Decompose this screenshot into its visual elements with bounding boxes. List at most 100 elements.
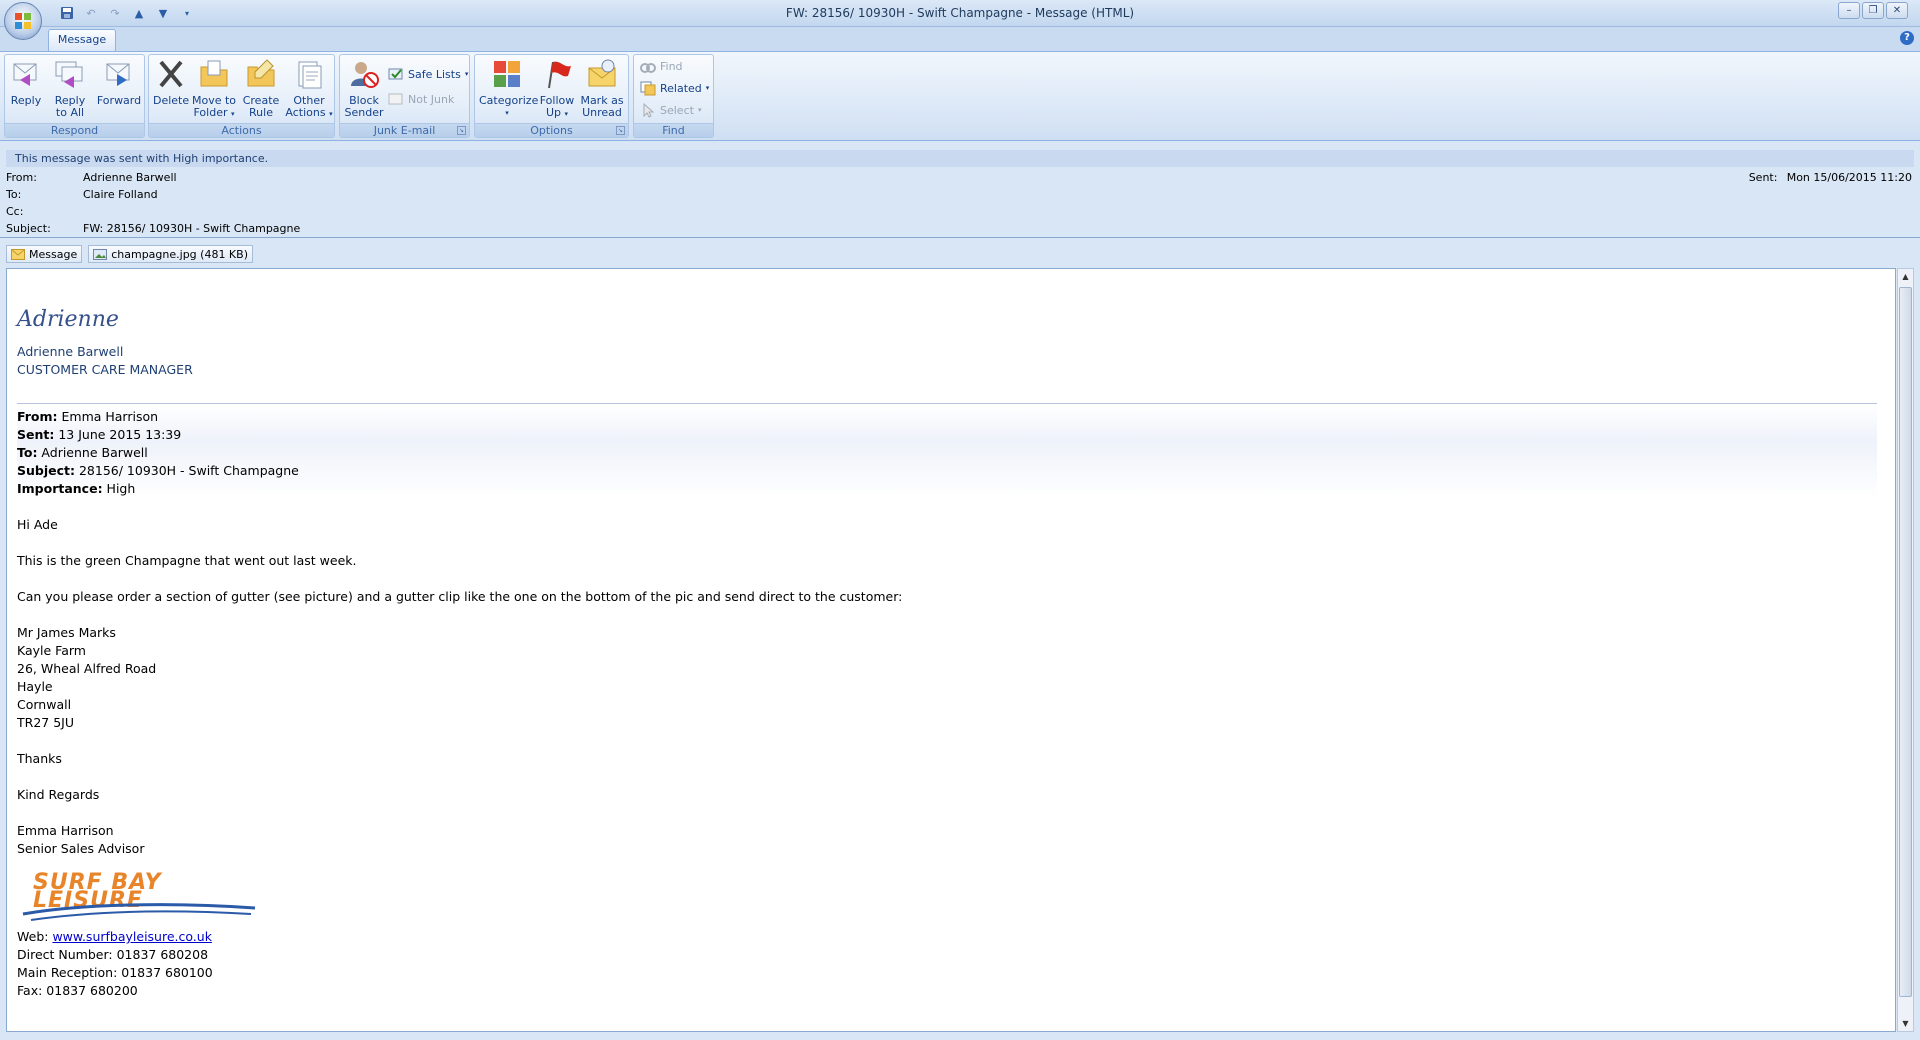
thanks: Thanks [17, 751, 62, 766]
dropdown-arrow-icon: ▾ [505, 109, 509, 117]
move-to-folder-button[interactable]: Move to Folder ▾ [191, 58, 237, 120]
unread-envelope-icon [586, 58, 618, 90]
window-title: FW: 28156/ 10930H - Swift Champagne - Me… [785, 6, 1135, 20]
body-line-1: This is the green Champagne that went ou… [17, 553, 357, 568]
group-label-respond: Respond [5, 123, 144, 137]
cc-label: Cc: [6, 205, 24, 218]
sender-name: Emma Harrison [17, 823, 114, 838]
header-subject-row: Subject: FW: 28156/ 10930H - Swift Champa… [6, 222, 300, 235]
header-divider [0, 237, 1920, 238]
kind-regards: Kind Regards [17, 787, 100, 802]
message-body-pane[interactable]: Adrienne Adrienne Barwell CUSTOMER CARE … [6, 268, 1896, 1032]
direct-number: Direct Number: 01837 680208 [17, 947, 209, 962]
safe-lists-icon [388, 66, 404, 82]
reply-all-button[interactable]: Reply to All [51, 58, 89, 119]
header-to-row: To: Claire Folland [6, 188, 158, 201]
categorize-button[interactable]: Categorize ▾ [479, 58, 538, 119]
ribbon-tab-row: Message ? [0, 27, 1920, 51]
safe-lists-button[interactable]: Safe Lists ▾ [388, 65, 468, 83]
help-icon[interactable]: ? [1900, 31, 1914, 45]
scroll-thumb[interactable] [1899, 287, 1912, 997]
dialog-launcher-icon[interactable]: ↘ [616, 126, 625, 135]
forwarded-header: From: Emma Harrison Sent: 13 June 2015 1… [17, 403, 1877, 498]
message-body: Adrienne Adrienne Barwell CUSTOMER CARE … [17, 269, 1877, 1000]
other-actions-icon [293, 58, 325, 90]
reply-all-icon [54, 58, 86, 90]
find-button[interactable]: Find [640, 57, 683, 75]
signature-name: Adrienne Barwell [17, 344, 124, 359]
reply-icon [10, 58, 42, 90]
signature-script: Adrienne [17, 307, 119, 332]
group-actions: Delete Move to Folder ▾ Create Rule Othe… [148, 54, 335, 138]
wave-icon [22, 903, 256, 921]
tab-message[interactable]: Message [48, 29, 116, 51]
body-line-2: Can you please order a section of gutter… [17, 589, 903, 604]
greeting: Hi Ade [17, 517, 58, 532]
close-icon[interactable]: ✕ [1886, 2, 1908, 19]
block-sender-button[interactable]: Block Sender [342, 58, 386, 119]
select-button[interactable]: Select ▾ [640, 101, 701, 119]
sent-value: Mon 15/06/2015 11:20 [1786, 171, 1912, 184]
reply-button[interactable]: Reply [9, 58, 43, 107]
scroll-down-icon[interactable]: ▼ [1898, 1016, 1913, 1031]
categorize-icon [491, 58, 523, 90]
not-junk-icon [388, 91, 404, 107]
dropdown-arrow-icon: ▾ [464, 70, 469, 78]
from-value[interactable]: Adrienne Barwell [83, 171, 177, 184]
restore-icon[interactable]: ❐ [1862, 2, 1884, 19]
sent-label: Sent: [1748, 171, 1778, 184]
attachment-bar: Message champagne.jpg (481 KB) [6, 244, 253, 264]
mark-as-unread-button[interactable]: Mark as Unread [579, 58, 625, 119]
vertical-scrollbar[interactable]: ▲ ▼ [1897, 268, 1914, 1032]
champagne-jpg-attachment[interactable]: champagne.jpg (481 KB) [88, 245, 253, 263]
fax-number: Fax: 01837 680200 [17, 983, 138, 998]
group-options: Categorize ▾ Follow Up ▾ Mark as Unread … [474, 54, 629, 138]
sender-title: Senior Sales Advisor [17, 841, 145, 856]
web-line: Web: www.surfbayleisure.co.uk [17, 929, 212, 944]
not-junk-button[interactable]: Not Junk [388, 90, 454, 108]
image-file-icon [93, 248, 108, 260]
office-button[interactable] [4, 2, 42, 40]
header-cc-row: Cc: [6, 205, 83, 218]
header-from-row: From: Adrienne Barwell [6, 171, 177, 184]
related-icon [640, 80, 656, 96]
delete-button[interactable]: Delete [153, 58, 189, 107]
binoculars-icon [640, 58, 656, 74]
related-button[interactable]: Related ▾ [640, 79, 709, 97]
scroll-up-icon[interactable]: ▲ [1898, 269, 1913, 284]
delete-icon [155, 58, 187, 90]
follow-up-button[interactable]: Follow Up ▾ [537, 58, 577, 120]
message-attachment-tab[interactable]: Message [6, 245, 83, 263]
group-junk-email: Block Sender Safe Lists ▾ Not Junk Junk … [339, 54, 470, 138]
forward-button[interactable]: Forward [96, 58, 142, 107]
subject-value: FW: 28156/ 10930H - Swift Champagne [83, 222, 301, 235]
forward-icon [103, 58, 135, 90]
website-link[interactable]: www.surfbayleisure.co.uk [52, 929, 212, 944]
group-label-actions: Actions [149, 123, 334, 137]
group-label-find: Find [634, 123, 713, 137]
from-label: From: [6, 171, 37, 184]
minimize-icon[interactable]: – [1838, 2, 1860, 19]
ribbon: Reply Reply to All Forward Respond Delet… [0, 51, 1920, 141]
to-label: To: [6, 188, 22, 201]
window-controls: – ❐ ✕ [1838, 2, 1908, 19]
block-sender-icon [348, 58, 380, 90]
office-logo-icon [15, 13, 32, 30]
importance-infobar: This message was sent with High importan… [6, 150, 1914, 167]
dropdown-arrow-icon: ▾ [230, 110, 235, 118]
envelope-icon [11, 248, 25, 260]
to-value[interactable]: Claire Folland [83, 188, 158, 201]
group-label-options: Options [475, 123, 628, 137]
folder-move-icon [198, 58, 230, 90]
red-flag-icon [541, 58, 573, 90]
create-rule-icon [245, 58, 277, 90]
group-label-junk-email: Junk E-mail [340, 123, 469, 137]
signature-title: CUSTOMER CARE MANAGER [17, 362, 193, 377]
create-rule-button[interactable]: Create Rule [241, 58, 281, 119]
dropdown-arrow-icon: ▾ [564, 110, 569, 118]
message-header: From: Adrienne Barwell To: Claire Folland … [0, 168, 1920, 239]
dialog-launcher-icon[interactable]: ↘ [457, 126, 466, 135]
surf-bay-leisure-logo: SURF BAY LEISURE [17, 870, 257, 924]
customer-address: Mr James Marks Kayle Farm 26, Wheal Alfr… [17, 625, 157, 730]
other-actions-button[interactable]: Other Actions ▾ [285, 58, 333, 120]
